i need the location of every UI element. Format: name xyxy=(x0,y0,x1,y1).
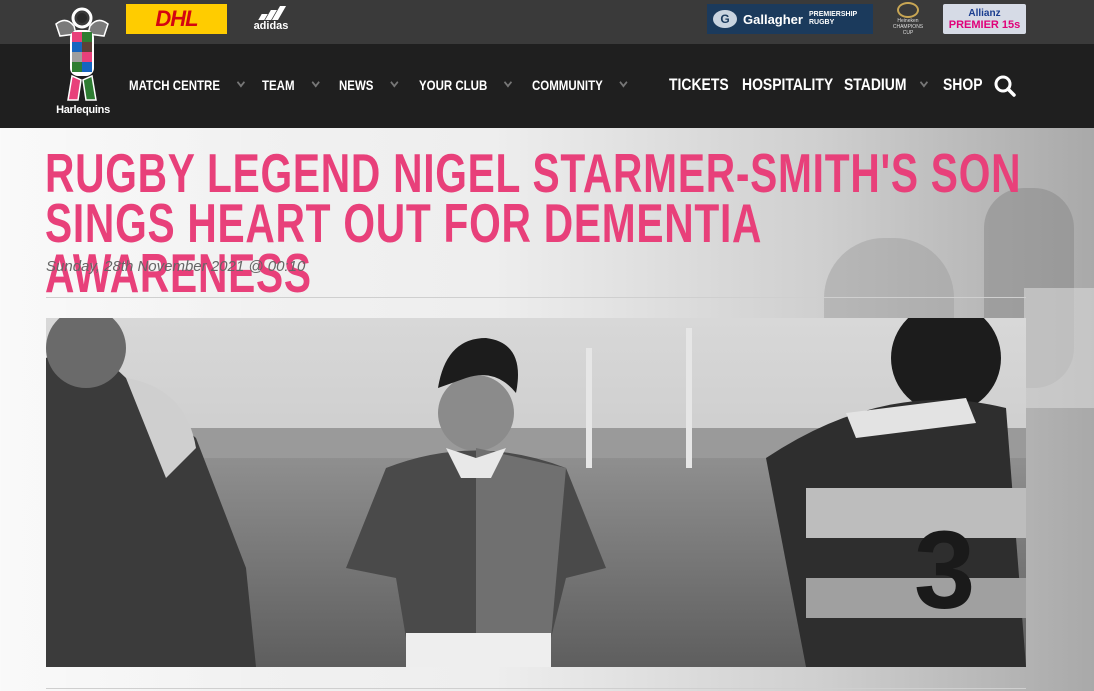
chevron-down-icon xyxy=(236,77,245,88)
nav-community[interactable]: COMMUNITY xyxy=(532,72,628,98)
chevron-down-icon xyxy=(504,77,513,88)
adidas-logo-text: adidas xyxy=(253,20,289,32)
nav-item-label: HOSPITALITY xyxy=(742,75,834,94)
chevron-down-icon xyxy=(619,77,628,88)
nav-news[interactable]: NEWS xyxy=(339,72,399,98)
nav-shop[interactable]: SHOP xyxy=(943,72,983,98)
search-icon[interactable] xyxy=(993,74,1017,98)
champions-cup-star-icon xyxy=(897,2,919,18)
nav-item-label: TICKETS xyxy=(669,75,729,94)
harlequins-jester-icon xyxy=(55,7,109,101)
sponsor-bar: DHL adidas G Gallagher PREMIERSHIP RUGBY… xyxy=(0,0,1094,44)
allianz-premier15s-logo[interactable]: Allianz PREMIER 15s xyxy=(943,4,1026,34)
chevron-down-icon xyxy=(311,77,320,88)
article-date: Sunday, 28th November 2021 @ 00:10 xyxy=(46,258,306,275)
nav-stadium[interactable]: STADIUM xyxy=(844,72,929,98)
article-headline: RUGBY LEGEND NIGEL STARMER-SMITH'S SON S… xyxy=(45,142,1022,304)
nav-item-label: YOUR CLUB xyxy=(419,77,488,93)
nav-item-label: SHOP xyxy=(943,75,983,94)
divider xyxy=(46,688,1026,689)
nav-item-label: COMMUNITY xyxy=(532,77,603,93)
nav-tickets[interactable]: TICKETS xyxy=(669,72,729,98)
chevron-down-icon xyxy=(920,77,929,88)
nav-item-label: MATCH CENTRE xyxy=(129,77,220,93)
harlequins-logo[interactable] xyxy=(46,6,118,116)
dhl-sponsor-logo[interactable]: DHL xyxy=(126,4,227,34)
nav-hospitality[interactable]: HOSPITALITY xyxy=(742,72,833,98)
gallagher-logo-text: Gallagher xyxy=(743,11,803,27)
champions-cup-logo-text: Heineken CHAMPIONS CUP xyxy=(892,18,924,36)
champions-cup-logo[interactable]: Heineken CHAMPIONS CUP xyxy=(890,2,926,36)
gallagher-premiership-logo[interactable]: G Gallagher PREMIERSHIP RUGBY xyxy=(707,4,873,34)
allianz-logo-text: Allianz xyxy=(968,7,1001,19)
nav-item-label: NEWS xyxy=(339,77,374,93)
nav-item-label: STADIUM xyxy=(844,75,907,94)
nav-team[interactable]: TEAM xyxy=(262,72,320,98)
dhl-logo-text: DHL xyxy=(155,6,198,31)
gallagher-g-icon: G xyxy=(713,10,737,28)
nav-your-club[interactable]: YOUR CLUB xyxy=(419,72,513,98)
nav-match-centre[interactable]: MATCH CENTRE xyxy=(129,72,245,98)
club-name-label: Harlequins xyxy=(56,104,110,116)
chevron-down-icon xyxy=(390,77,399,88)
adidas-sponsor-logo[interactable]: adidas xyxy=(246,4,296,34)
nav-item-label: TEAM xyxy=(262,77,295,93)
svg-text:3: 3 xyxy=(914,509,975,632)
article-hero-image: 3 xyxy=(46,318,1026,667)
premiership-logo-text: PREMIERSHIP RUGBY xyxy=(808,11,858,26)
adidas-stripes-icon xyxy=(258,6,287,20)
divider xyxy=(46,297,1026,298)
premier15s-logo-text: PREMIER 15s xyxy=(948,18,1021,31)
